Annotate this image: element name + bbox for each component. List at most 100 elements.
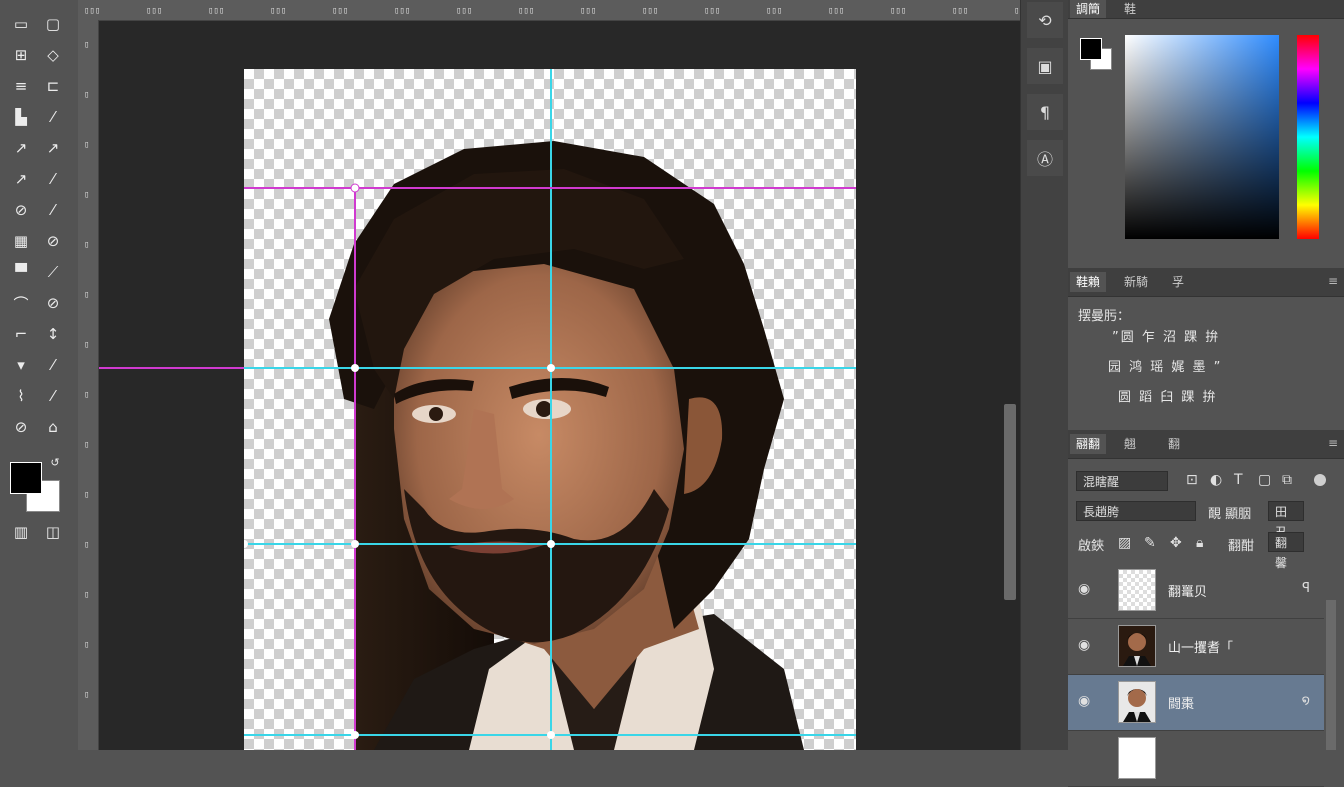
history-icon[interactable]: ⟲ xyxy=(1027,2,1063,38)
horizontal-ruler[interactable]: ▯▯▯ ▯▯▯ ▯▯▯ ▯▯▯ ▯▯▯ ▯▯▯ ▯▯▯ ▯▯▯ ▯▯▯ ▯▯▯ ▯▯▯ ▯▯▯ ▯▯▯ ▯… xyxy=(78,0,1030,21)
eyedropper-icon[interactable]: ▙ xyxy=(8,105,34,129)
layer-name[interactable]: 闘棗 xyxy=(1168,693,1194,712)
visibility-eye-icon[interactable]: ◉ xyxy=(1078,693,1090,709)
move-icon[interactable]: ▭ xyxy=(8,12,34,36)
dodge-icon[interactable]: ▦ xyxy=(8,229,34,253)
fill-input[interactable]: 翻馨 xyxy=(1268,532,1304,570)
lock-position-icon[interactable]: ✥ xyxy=(1170,535,1182,551)
ruler-tick: ▯ xyxy=(84,90,90,100)
ruler-tick: ▯▯▯ xyxy=(642,6,659,16)
ruler-icon[interactable]: ⌇ xyxy=(8,384,34,408)
panel-menu-icon[interactable]: ≡ xyxy=(1328,436,1338,450)
ruler-tick: ▯▯▯ xyxy=(394,6,411,16)
marquee-icon[interactable]: ⊞ xyxy=(8,43,34,67)
character-icon[interactable]: Ⓐ xyxy=(1027,140,1063,176)
tab-swatches[interactable]: 鞋 xyxy=(1118,0,1142,18)
smudge-icon[interactable]: ⌂ xyxy=(40,415,66,439)
ruler-tick: ▯▯▯ xyxy=(952,6,969,16)
tab-paths[interactable]: 翻 xyxy=(1162,434,1186,454)
layer-name[interactable]: 山一攫耆「 xyxy=(1168,637,1233,656)
ruler-tick: ▯▯▯ xyxy=(890,6,907,16)
panel-menu-icon[interactable]: ≡ xyxy=(1328,274,1338,288)
guide-horizontal-magenta[interactable] xyxy=(99,367,244,369)
gradient-icon[interactable]: ⊘ xyxy=(8,198,34,222)
note-icon[interactable]: ▾ xyxy=(8,353,34,377)
adjustment-icons-row-3[interactable]: 圆 蹈 臼 踝 拚 xyxy=(1118,386,1218,405)
adjustment-icons-row-2[interactable]: 园 鸿 瑶 娓 墨 ” xyxy=(1108,356,1222,375)
layer-row[interactable] xyxy=(1068,731,1324,787)
ruler-tick: ▯▯▯ xyxy=(146,6,163,16)
rotate-view-icon[interactable]: ↕ xyxy=(40,322,66,346)
layer-row[interactable]: ◉ 山一攫耆「 xyxy=(1068,619,1324,675)
tab-styles[interactable]: 新騎 xyxy=(1118,272,1154,292)
paragraph-icon[interactable]: ¶ xyxy=(1027,94,1063,130)
sponge-icon[interactable]: ⊘ xyxy=(8,415,34,439)
ruler-tick: ▯▯▯ xyxy=(332,6,349,16)
foreground-color-swatch[interactable] xyxy=(1080,38,1102,60)
type-icon[interactable]: ▀ xyxy=(8,260,34,284)
ruler-tick: ▯ xyxy=(84,340,90,350)
filter-adjust-icon[interactable]: ◐ xyxy=(1210,472,1222,488)
layer-row-selected[interactable]: ◉ 闘棗 ໑ xyxy=(1068,675,1324,731)
quick-mask-icon[interactable]: ▥ xyxy=(8,520,34,544)
blend-mode-select[interactable]: 長趙胯 xyxy=(1076,501,1196,521)
brush-icon[interactable]: ⁄ xyxy=(40,105,66,129)
vertical-ruler[interactable]: ▯ ▯ ▯ ▯ ▯ ▯ ▯ ▯ ▯ ▯ ▯ ▯ ▯ ▯ xyxy=(78,20,99,750)
adjustment-icons-row-1[interactable]: ”圆 乍 沼 踝 拚 xyxy=(1112,326,1220,345)
opacity-input[interactable]: 田丑 xyxy=(1268,501,1304,539)
lasso-icon[interactable]: ◇ xyxy=(40,43,66,67)
layer-filter-select[interactable]: 混瞎醒 xyxy=(1076,471,1168,491)
toolbar-foreground-swatch[interactable] xyxy=(10,462,42,494)
quick-select-icon[interactable]: ≡ xyxy=(8,74,34,98)
screen-mode-icon[interactable]: ◫ xyxy=(40,520,66,544)
ruler-tick: ▯ xyxy=(84,440,90,450)
visibility-eye-icon[interactable]: ◉ xyxy=(1078,637,1090,653)
ruler-tick: ▯ xyxy=(84,190,90,200)
canvas-scrollbar[interactable] xyxy=(1004,404,1016,600)
visibility-eye-icon[interactable]: ◉ xyxy=(1078,581,1090,597)
layers-list: ◉ 翻鼍贝 ꟼ ◉ 山一攫耆「 ◉ 闘棗 ໑ xyxy=(1068,563,1324,787)
pen-icon[interactable]: ⊘ xyxy=(40,229,66,253)
lock-all-icon[interactable]: 🔒︎ xyxy=(1196,535,1203,551)
artboard-icon[interactable]: ▢ xyxy=(40,12,66,36)
hand-icon[interactable]: ⊘ xyxy=(40,291,66,315)
stamp-icon[interactable]: ↗ xyxy=(40,136,66,160)
right-panels: 調簡 鞋 鞋賴 新騎 孚 ≡ 摆曼肟： ”圆 乍 沼 踝 拚 园 鸿 瑶 娓 墨… xyxy=(1068,0,1344,787)
ruler-tick: ▯▯▯ xyxy=(456,6,473,16)
layer-row[interactable]: ◉ 翻鼍贝 ꟼ xyxy=(1068,563,1324,619)
filter-toggle[interactable] xyxy=(1314,474,1326,486)
path-select-icon[interactable]: ⟋ xyxy=(40,260,66,284)
filter-pixel-icon[interactable]: ⊡ xyxy=(1186,472,1198,488)
tab-layers[interactable]: 翮翻 xyxy=(1070,434,1107,454)
lock-pixels-icon[interactable]: ✎ xyxy=(1144,535,1156,551)
hue-slider[interactable] xyxy=(1297,35,1319,239)
zoom-icon[interactable]: ⌐ xyxy=(8,322,34,346)
layer-name[interactable]: 翻鼍贝 xyxy=(1168,581,1207,600)
layer-smart-icon: ໑ xyxy=(1301,693,1310,708)
layers-panel-tabs: 翮翻 翹 翻 ≡ xyxy=(1068,430,1344,459)
lock-transparency-icon[interactable]: ▨ xyxy=(1118,535,1131,551)
filter-shape-icon[interactable]: ▢ xyxy=(1258,472,1271,488)
shape-icon[interactable]: ⌒ xyxy=(8,291,34,315)
filter-smart-icon[interactable]: ⧉ xyxy=(1282,472,1292,488)
document-canvas[interactable] xyxy=(244,69,856,750)
collapsed-panels-strip: ⟲ ▣ ¶ Ⓐ xyxy=(1020,0,1069,750)
filter-type-icon[interactable]: T xyxy=(1234,472,1243,488)
tab-libraries[interactable]: 孚 xyxy=(1166,272,1190,292)
color-field[interactable] xyxy=(1125,35,1279,239)
history-brush-icon[interactable]: ↗ xyxy=(8,167,34,191)
tab-channels[interactable]: 翹 xyxy=(1118,434,1142,454)
blur-icon[interactable]: ⁄ xyxy=(40,198,66,222)
tab-adjustments[interactable]: 鞋賴 xyxy=(1070,272,1107,292)
ruler-tick: ▯ xyxy=(84,290,90,300)
ruler-tick: ▯▯▯ xyxy=(828,6,845,16)
count-icon[interactable]: ⁄ xyxy=(40,353,66,377)
eraser-icon[interactable]: ⁄ xyxy=(40,167,66,191)
swap-colors-icon[interactable]: ↺ xyxy=(46,454,64,470)
healing-icon[interactable]: ↗ xyxy=(8,136,34,160)
layers-scrollbar[interactable] xyxy=(1326,600,1336,750)
frame-icon[interactable]: ⁄ xyxy=(40,384,66,408)
crop-icon[interactable]: ⊏ xyxy=(40,74,66,98)
tab-color[interactable]: 調簡 xyxy=(1070,0,1107,18)
properties-icon[interactable]: ▣ xyxy=(1027,48,1063,84)
